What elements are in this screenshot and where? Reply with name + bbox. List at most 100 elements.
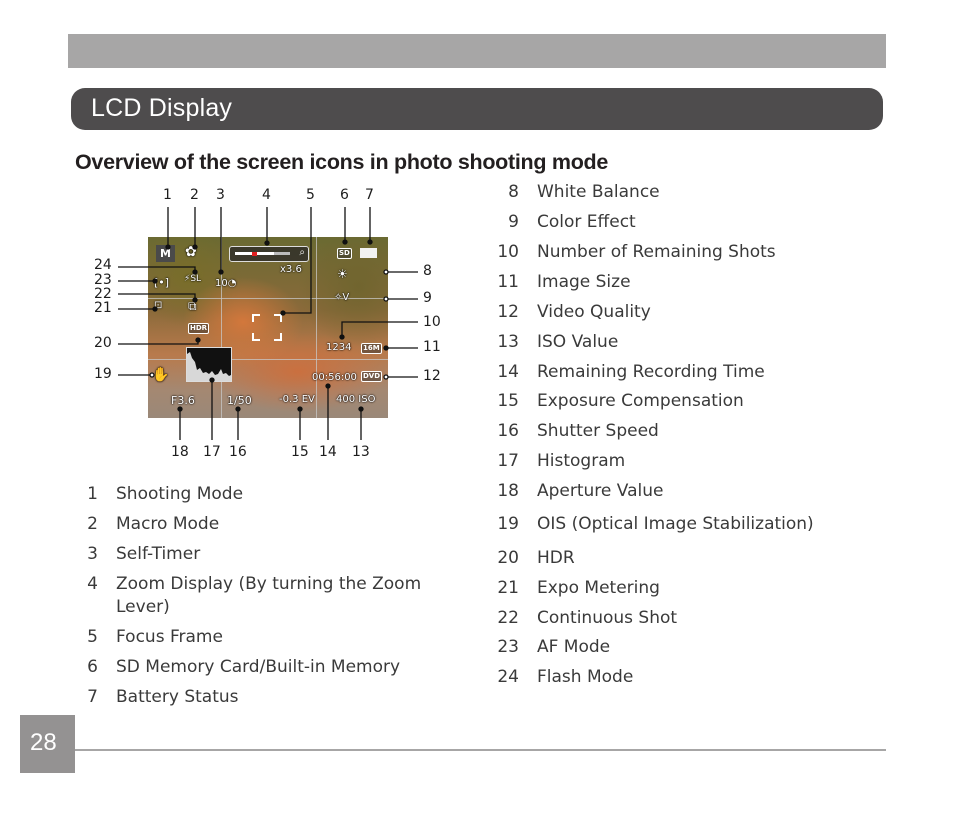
expo-metering-icon: ⊡ — [154, 300, 163, 311]
af-mode-icon: [•] — [154, 276, 170, 289]
shutter-speed: 1/50 — [227, 394, 252, 407]
image-size-icon: 16M — [361, 343, 382, 354]
legend-number: 18 — [497, 481, 519, 501]
callout-24: 24 — [94, 257, 112, 273]
callout-16: 16 — [229, 444, 247, 460]
legend-text: ISO Value — [537, 332, 619, 352]
callout-11: 11 — [423, 339, 441, 355]
callout-18: 18 — [171, 444, 189, 460]
flash-mode-icon: ⚡SL — [184, 274, 202, 284]
legend-number: 2 — [87, 514, 98, 534]
legend-text: Shooting Mode — [116, 484, 244, 504]
legend-text: Video Quality — [537, 302, 651, 322]
header-band — [68, 34, 886, 68]
page-number-box: 28 — [20, 715, 75, 773]
legend-text: Self-Timer — [116, 544, 201, 564]
callout-1: 1 — [163, 187, 172, 203]
continuous-shot-icon: ⧉ — [188, 299, 197, 313]
self-timer-value: 10 — [215, 278, 228, 289]
legend-text: HDR — [537, 548, 575, 568]
legend-number: 5 — [87, 627, 98, 647]
legend-number: 7 — [87, 687, 98, 707]
self-timer-icon: 10◔ — [215, 278, 237, 289]
legend-text: Histogram — [537, 451, 626, 471]
callout-6: 6 — [340, 187, 349, 203]
aperture-value: F3.6 — [171, 394, 195, 407]
legend-number: 3 — [87, 544, 98, 564]
footer-rule — [75, 749, 886, 751]
legend-number: 10 — [497, 242, 519, 262]
macro-icon: ✿ — [185, 244, 197, 260]
legend-text: Flash Mode — [537, 667, 634, 687]
exposure-compensation: -0.3 EV — [279, 394, 315, 405]
flash-badge: SL — [190, 274, 202, 284]
page-number: 28 — [30, 729, 57, 756]
legend-number: 22 — [497, 608, 519, 628]
focus-frame-corner — [252, 333, 260, 341]
callout-2: 2 — [190, 187, 199, 203]
legend-text: Focus Frame — [116, 627, 223, 647]
legend-number: 13 — [497, 332, 519, 352]
legend-number: 23 — [497, 637, 519, 657]
ois-icon: ✋ — [152, 367, 170, 383]
legend-text: Image Size — [537, 272, 631, 292]
legend-text: Aperture Value — [537, 481, 664, 501]
callout-10: 10 — [423, 314, 441, 330]
section-title: LCD Display — [91, 94, 233, 122]
callout-21: 21 — [94, 300, 112, 316]
legend-number: 16 — [497, 421, 519, 441]
callout-9: 9 — [423, 290, 432, 306]
callout-3: 3 — [216, 187, 225, 203]
histogram-graph — [187, 352, 231, 381]
remaining-shots: 1234 — [326, 342, 352, 353]
legend-text: Expo Metering — [537, 578, 660, 598]
callout-19: 19 — [94, 366, 112, 382]
callout-20: 20 — [94, 335, 112, 351]
legend-text: Number of Remaining Shots — [537, 242, 776, 262]
remaining-recording-time: 00:56:00 — [312, 372, 357, 383]
legend-number: 17 — [497, 451, 519, 471]
legend-text: SD Memory Card/Built-in Memory — [116, 657, 401, 677]
callout-8: 8 — [423, 263, 432, 279]
grid-line — [148, 298, 388, 299]
legend-text: Zoom Display (By turning the Zoom — [116, 574, 422, 594]
legend-text: AF Mode — [537, 637, 611, 657]
callout-12: 12 — [423, 368, 441, 384]
section-banner: LCD Display — [71, 88, 883, 130]
grid-line — [221, 237, 222, 418]
legend-number: 14 — [497, 362, 519, 382]
magnifier-icon: ⌕ — [299, 247, 305, 258]
callout-14: 14 — [319, 444, 337, 460]
zoom-display: ⌕ — [229, 246, 309, 262]
battery-icon — [360, 248, 377, 258]
callout-5: 5 — [306, 187, 315, 203]
legend-number: 6 — [87, 657, 98, 677]
callout-15: 15 — [291, 444, 309, 460]
legend-text: Exposure Compensation — [537, 391, 744, 411]
legend-number: 21 — [497, 578, 519, 598]
focus-frame-corner — [274, 333, 282, 341]
iso-value: 400 ISO — [336, 394, 376, 405]
legend-text: Color Effect — [537, 212, 636, 232]
subheading: Overview of the screen icons in photo sh… — [75, 150, 609, 174]
focus-frame-corner — [252, 314, 260, 322]
legend-number: 12 — [497, 302, 519, 322]
shooting-mode-icon: M — [156, 245, 175, 262]
sd-card-icon: SD — [337, 248, 352, 259]
grid-line — [316, 237, 317, 418]
legend-number: 11 — [497, 272, 519, 292]
legend-text: Continuous Shot — [537, 608, 678, 628]
lcd-screen-illustration: M ✿ ⌕ x3.6 SD ☀ ✧V [•] ⚡SL 10◔ ⧉ ⊡ HDR 1… — [148, 237, 388, 418]
legend-text: Battery Status — [116, 687, 239, 707]
video-quality-icon: DVD — [361, 371, 383, 382]
focus-frame-corner — [274, 314, 282, 322]
grid-line — [148, 359, 388, 360]
legend-number: 24 — [497, 667, 519, 687]
zoom-track — [235, 251, 290, 256]
hdr-icon: HDR — [188, 323, 210, 334]
callout-4: 4 — [262, 187, 271, 203]
legend-number: 1 — [87, 484, 98, 504]
legend-text: OIS (Optical Image Stabilization) — [537, 514, 814, 534]
legend-text: Macro Mode — [116, 514, 220, 534]
video-quality-label: DVD — [363, 372, 381, 380]
